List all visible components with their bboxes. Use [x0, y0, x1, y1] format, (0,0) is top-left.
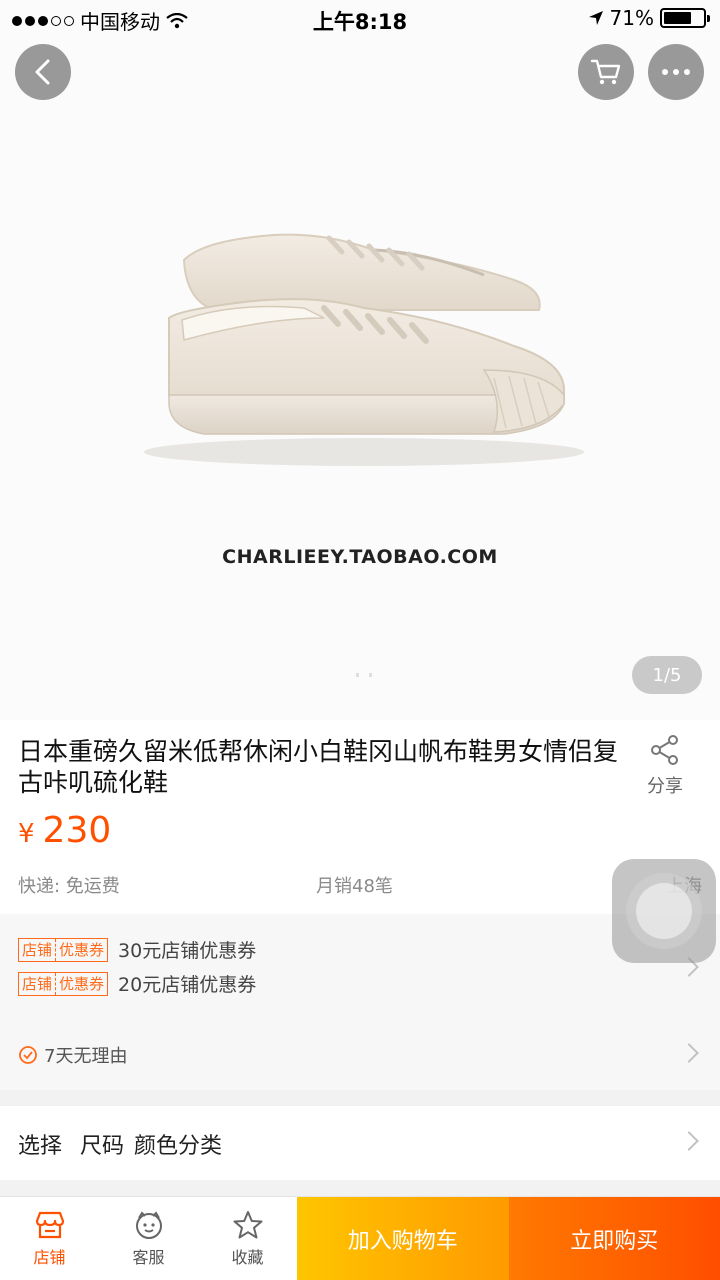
select-label: 选择 — [18, 1134, 63, 1159]
monthly-sales: 月销48笔 — [316, 876, 393, 897]
cart-button[interactable] — [578, 44, 634, 100]
more-button[interactable] — [648, 44, 704, 100]
cart-icon — [590, 59, 621, 85]
image-watermark: CHARLIEEY.TAOBAO.COM — [222, 546, 498, 568]
check-circle-icon — [19, 1046, 37, 1064]
price-currency: ¥ — [18, 819, 35, 849]
color-option: 颜色分类 — [134, 1134, 223, 1159]
add-to-cart-button[interactable]: 加入购物车 — [297, 1197, 509, 1280]
shipping-info: 快递: 免运费 — [18, 876, 120, 897]
coupon-text: 30元店铺优惠券 — [118, 940, 257, 962]
store-icon — [35, 1211, 64, 1239]
coupon-tag: 店铺 优惠券 — [18, 971, 109, 996]
share-label: 分享 — [647, 776, 683, 797]
status-bar: 中国移动 上午8:18 71% — [0, 0, 720, 40]
chevron-right-icon — [679, 1043, 699, 1063]
back-button[interactable] — [15, 44, 71, 100]
assistive-touch-button[interactable] — [612, 859, 716, 963]
product-image-carousel[interactable]: CHARLIEEY.TAOBAO.COM 1/5 — [0, 0, 720, 720]
tab-label: 店铺 — [33, 1248, 66, 1267]
tab-label: 收藏 — [231, 1248, 264, 1267]
chevron-left-icon — [35, 59, 50, 85]
price: ¥ 230 — [18, 810, 111, 851]
sku-selector[interactable]: 选择 尺码 颜色分类 — [0, 1106, 720, 1180]
more-icon — [662, 69, 690, 75]
share-icon — [651, 735, 678, 765]
tab-store[interactable]: 店铺 — [0, 1197, 99, 1280]
size-option: 尺码 — [80, 1134, 125, 1159]
image-pager: 1/5 — [632, 656, 702, 694]
tab-service[interactable]: 客服 — [99, 1197, 198, 1280]
battery-percent: 71% — [609, 6, 654, 30]
chevron-right-icon — [679, 1131, 699, 1151]
tab-favorite[interactable]: 收藏 — [198, 1197, 297, 1280]
service-icon — [135, 1211, 162, 1239]
bottom-action-bar: 店铺 客服 收藏 加入购物车 立即购买 — [0, 1196, 720, 1280]
coupon-text: 20元店铺优惠券 — [118, 974, 257, 996]
product-title: 日本重磅久留米低帮休闲小白鞋冈山帆布鞋男女情侣复古咔叽硫化鞋 — [18, 737, 619, 797]
price-value: 230 — [42, 810, 112, 851]
battery-icon — [660, 8, 710, 28]
guarantee-row[interactable]: 7天无理由 — [18, 1042, 127, 1068]
buy-now-button[interactable]: 立即购买 — [508, 1197, 720, 1280]
product-image — [124, 190, 604, 470]
tab-label: 客服 — [132, 1248, 165, 1267]
location-arrow-icon — [588, 11, 603, 25]
carousel-dots — [356, 673, 372, 677]
coupon-item[interactable]: 店铺 优惠券 30元店铺优惠券 — [18, 936, 256, 963]
coupon-item[interactable]: 店铺 优惠券 20元店铺优惠券 — [18, 970, 256, 997]
coupon-tag: 店铺 优惠券 — [18, 937, 109, 962]
star-icon — [233, 1211, 262, 1239]
guarantee-text: 7天无理由 — [44, 1046, 128, 1067]
share-button[interactable]: 分享 — [640, 734, 690, 798]
